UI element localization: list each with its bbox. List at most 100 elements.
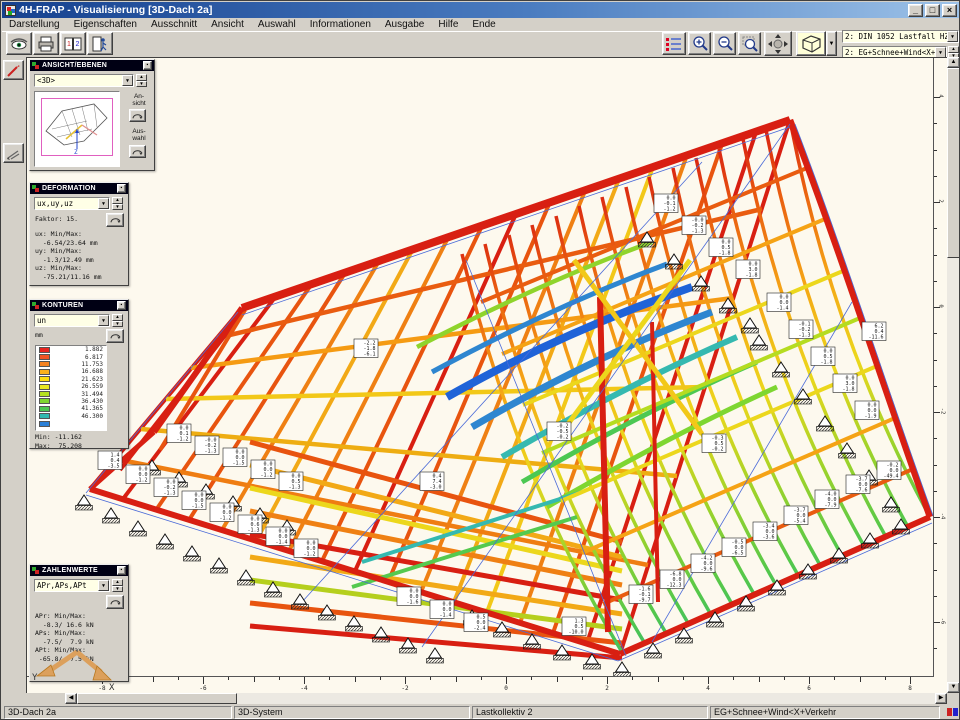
menu-item-eigenschaften[interactable]: Eigenschaften — [67, 19, 144, 30]
menu-item-ausgabe[interactable]: Ausgabe — [378, 19, 431, 30]
statusbar-field: 3D-Dach 2a — [4, 706, 232, 719]
display-options-button[interactable] — [662, 32, 686, 55]
menu-item-ausschnitt[interactable]: Ausschnitt — [144, 19, 204, 30]
value-annotation: 1.30.5-10.0 — [562, 617, 586, 636]
value-annotation: -0.0-0.2-1.3 — [682, 216, 706, 235]
zahlenwerte-combo-value: APr,APs,APt — [37, 581, 87, 590]
view-3d-button[interactable] — [796, 31, 826, 56]
value-annotation: 0.00.6-1.3 — [238, 515, 262, 534]
panel-title-bar[interactable]: KONTUREN ▪ — [30, 300, 128, 311]
ansicht-label: An- sicht — [124, 93, 154, 107]
drawing-canvas[interactable]: 1.40.4-3.50.00.0-1.20.0-0.2-1.30.00.0-1.… — [26, 57, 947, 693]
value-annotation: 0.00.5-1.8 — [709, 238, 733, 257]
value-annotation: 0.00.0-1.9 — [855, 401, 879, 420]
svg-text:-1.8: -1.8 — [718, 251, 730, 257]
pan-button[interactable] — [764, 31, 792, 56]
app-icon — [5, 5, 16, 16]
panel-close-button[interactable]: ▪ — [117, 301, 126, 310]
hscroll-thumb[interactable] — [77, 693, 237, 704]
menu-item-informationen[interactable]: Informationen — [303, 19, 378, 30]
toolbar: 1 2 — [2, 32, 959, 57]
app-logo-icon — [947, 707, 958, 718]
view-settings-button[interactable] — [6, 32, 32, 55]
view-spinner[interactable]: ▲▼ — [136, 74, 147, 87]
support-symbol — [76, 495, 93, 510]
scroll-left-icon[interactable]: ◀ — [65, 693, 77, 704]
horizontal-scrollbar[interactable]: ◀ ▶ — [26, 693, 947, 704]
scroll-down-icon[interactable]: ▼ — [947, 682, 960, 693]
redline-tool-button[interactable] — [3, 60, 24, 80]
svg-text:-7.6: -7.6 — [855, 488, 867, 494]
value-annotation: -0.20.0-49.4 — [877, 461, 901, 480]
chevron-down-icon[interactable]: ▼ — [98, 580, 109, 591]
minimize-button[interactable]: _ — [908, 4, 923, 17]
menu-bar: DarstellungEigenschaftenAusschnittAnsich… — [2, 18, 959, 32]
vertical-scrollbar[interactable]: ▲ ▼ — [947, 57, 960, 693]
manual-button[interactable]: 1 2 — [60, 32, 86, 55]
horizontal-ruler: -8-6-4-202468 — [27, 676, 934, 693]
deformation-apply-button[interactable] — [106, 213, 124, 227]
zoom-in-button[interactable] — [688, 32, 711, 55]
value-annotation: 1.40.4-3.5 — [98, 451, 122, 470]
menu-item-ansicht[interactable]: Ansicht — [204, 19, 251, 30]
scroll-right-icon[interactable]: ▶ — [935, 693, 947, 704]
loadcase-combo[interactable]: 2: DIN 1052 Lastfall HZ (Th. 1. ( ▼ — [842, 30, 959, 43]
value-annotation: -0.2-0.5-0.2 — [547, 422, 571, 441]
svg-text:-1.2: -1.2 — [260, 473, 272, 479]
menu-item-auswahl[interactable]: Auswahl — [251, 19, 303, 30]
svg-text:-9.6: -9.6 — [700, 567, 712, 573]
view-combo[interactable]: <3D> ▼ — [34, 74, 134, 87]
measure-tool-button[interactable] — [3, 143, 24, 163]
scale-value: 36.430 — [50, 398, 106, 405]
panel-title-bar[interactable]: DEFORMATION ▪ — [30, 183, 128, 194]
konturen-apply-button[interactable] — [106, 329, 124, 343]
value-annotation: 0.47.4-3.0 — [420, 472, 444, 491]
chevron-down-icon[interactable]: ▼ — [947, 31, 958, 42]
value-annotation: -3.40.0-3.6 — [753, 522, 777, 541]
svg-text:-0.2: -0.2 — [711, 447, 723, 453]
panel-close-button[interactable]: ▪ — [117, 184, 126, 193]
konturen-spinner[interactable]: ▲▼ — [112, 314, 123, 327]
panel-title-bar[interactable]: ZAHLENWERTE ▪ — [30, 565, 128, 576]
zahlenwerte-combo[interactable]: APr,APs,APt ▼ — [34, 579, 110, 592]
scroll-up-icon[interactable]: ▲ — [947, 57, 960, 68]
exit-button[interactable] — [87, 32, 113, 55]
panel-close-button[interactable]: ▪ — [117, 566, 126, 575]
menu-item-darstellung[interactable]: Darstellung — [2, 19, 67, 30]
panel-title: ZAHLENWERTE — [42, 567, 98, 574]
chevron-down-icon[interactable]: ▼ — [98, 315, 109, 326]
ansicht-apply-button[interactable] — [129, 109, 146, 122]
vscroll-thumb[interactable] — [947, 68, 960, 258]
view-3d-dropdown-button[interactable]: ▼ — [826, 31, 837, 56]
zahlenwerte-apply-button[interactable] — [106, 595, 124, 609]
panel-close-button[interactable]: ▪ — [143, 61, 152, 70]
svg-text:-1.5: -1.5 — [232, 461, 244, 467]
svg-text:-1.8: -1.8 — [745, 273, 757, 279]
scale-value: 21.623 — [50, 376, 106, 383]
scale-color-swatch — [39, 376, 50, 382]
print-button[interactable] — [33, 32, 59, 55]
value-annotation: 0.00.5-1.3 — [279, 472, 303, 491]
chevron-down-icon[interactable]: ▼ — [98, 198, 109, 209]
zahlenwerte-spinner[interactable]: ▲▼ — [112, 579, 123, 592]
scale-color-swatch — [39, 384, 50, 390]
zoom-window-button[interactable] — [738, 32, 761, 55]
unit-label: mm — [35, 331, 43, 340]
value-annotation: -3.70.0-7.6 — [846, 475, 870, 494]
deformation-spinner[interactable]: ▲▼ — [112, 197, 123, 210]
close-button[interactable]: × — [942, 4, 957, 17]
chevron-down-icon[interactable]: ▼ — [122, 75, 133, 86]
panel-title-bar[interactable]: ANSICHT/EBENEN ▪ — [30, 60, 154, 71]
zoom-out-button[interactable] — [713, 32, 736, 55]
statusbar-field: 3D-System — [234, 706, 470, 719]
svg-text:-9.7: -9.7 — [638, 598, 650, 604]
deformation-combo[interactable]: ux,uy,uz ▼ — [34, 197, 110, 210]
svg-text:-1.8: -1.8 — [820, 360, 832, 366]
view-preview[interactable]: Z — [34, 91, 120, 167]
menu-item-ende[interactable]: Ende — [465, 19, 502, 30]
auswahl-apply-button[interactable] — [129, 145, 146, 158]
maximize-button[interactable]: □ — [925, 4, 940, 17]
menu-item-hilfe[interactable]: Hilfe — [431, 19, 465, 30]
konturen-combo[interactable]: un ▼ — [34, 314, 110, 327]
value-annotation: -1.6-0.1-9.7 — [629, 585, 653, 604]
